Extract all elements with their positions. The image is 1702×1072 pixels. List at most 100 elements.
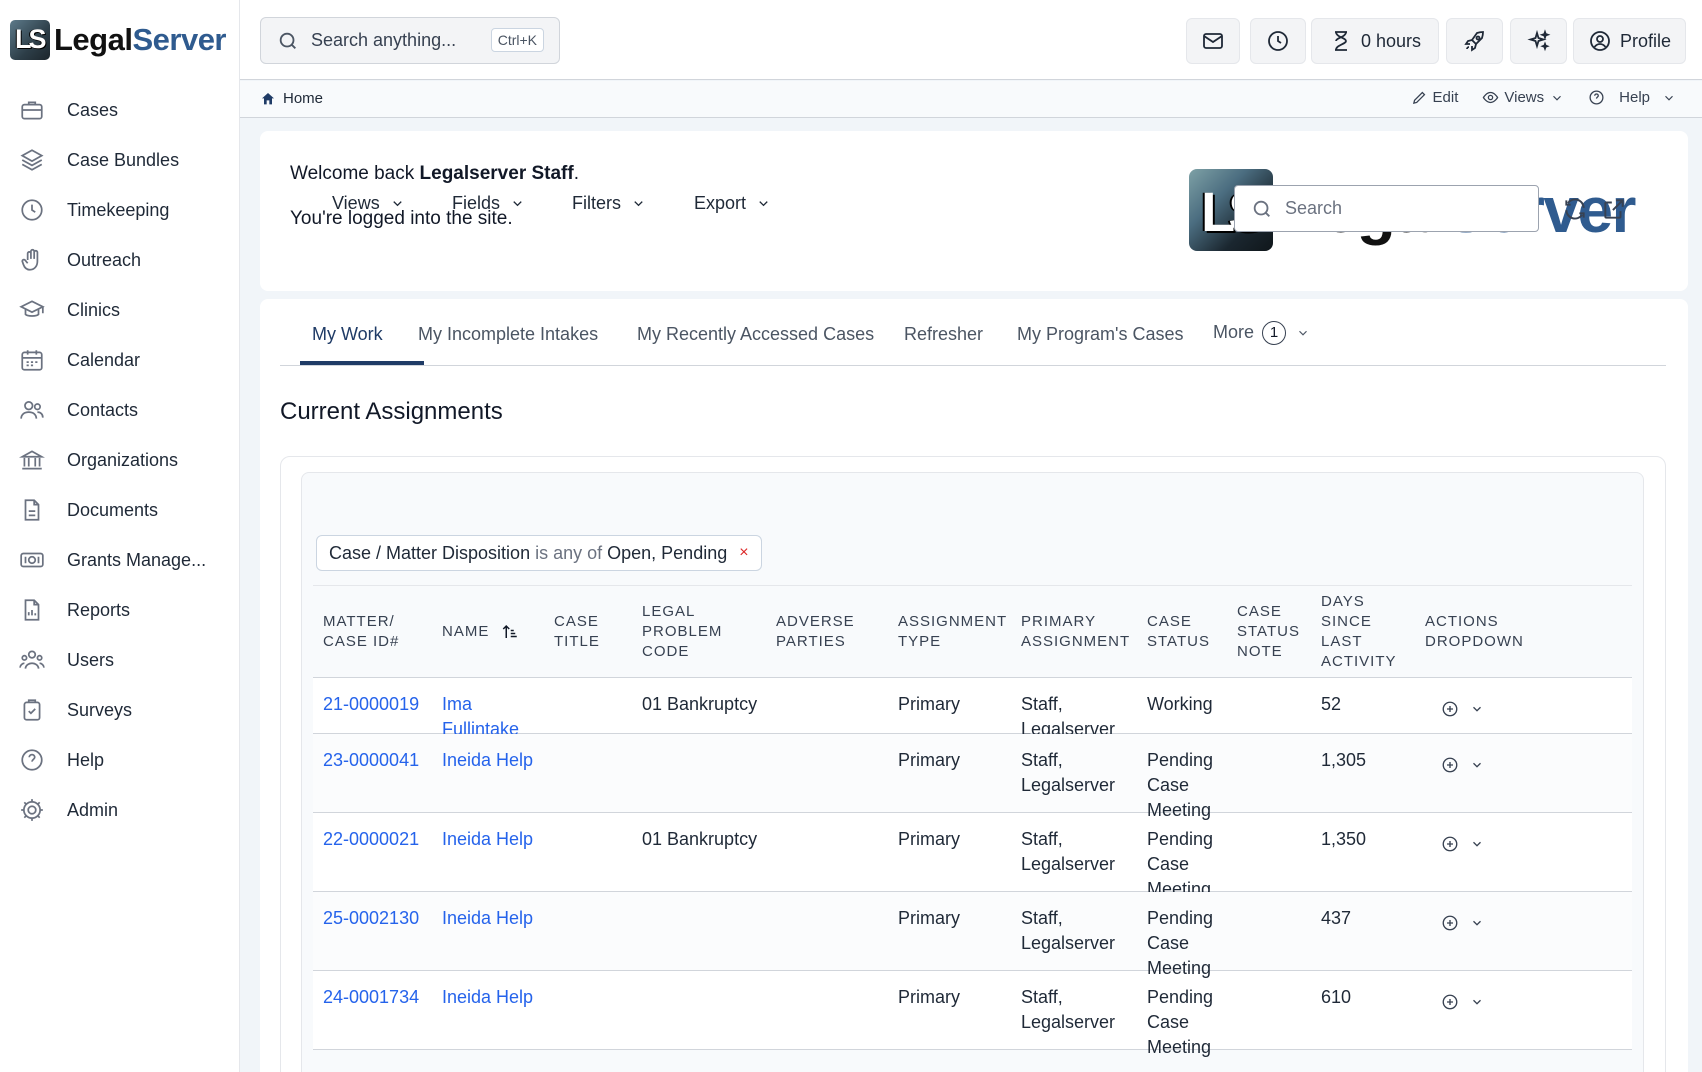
- global-search-input[interactable]: Search anything... Ctrl+K: [260, 17, 560, 64]
- sidebar-item-reports[interactable]: Reports: [0, 585, 240, 635]
- column-header[interactable]: LEGAL PROBLEM CODE: [642, 602, 722, 662]
- sidebar-item-help[interactable]: Help: [0, 735, 240, 785]
- chevron-down-icon: [634, 201, 643, 207]
- chevron-down-icon[interactable]: [1470, 702, 1484, 716]
- sidebar-item-cases[interactable]: Cases: [0, 85, 240, 135]
- user-name: Legalserver Staff: [419, 163, 574, 184]
- column-header[interactable]: ADVERSE PARTIES: [776, 612, 855, 652]
- column-header[interactable]: CASE STATUS: [1147, 612, 1210, 652]
- tab-my-work[interactable]: My Work: [312, 324, 383, 345]
- column-header[interactable]: CASE STATUS NOTE: [1237, 602, 1300, 662]
- column-header[interactable]: ACTIONS DROPDOWN: [1425, 612, 1524, 652]
- timer-hours-button[interactable]: 0 hours: [1311, 18, 1439, 64]
- table-row[interactable]: 23-0000041 Ineida Help Primary Staff, Legal…: [313, 734, 1632, 820]
- sort-ascending-icon[interactable]: [501, 623, 519, 641]
- case-id-link[interactable]: 23-0000041: [323, 748, 419, 773]
- question-circle-icon: [1589, 90, 1604, 105]
- column-header[interactable]: CASE TITLE: [554, 612, 600, 652]
- tab-my-programs-cases[interactable]: My Program's Cases: [1017, 324, 1183, 345]
- tab-my-incomplete-intakes[interactable]: My Incomplete Intakes: [418, 324, 598, 345]
- column-header[interactable]: PRIMARY ASSIGNMENT: [1021, 612, 1130, 652]
- add-circle-icon[interactable]: [1441, 756, 1459, 774]
- column-header[interactable]: NAME: [442, 622, 519, 642]
- table-header: MATTER/ CASE ID# NAME CASE TITLE LEGAL PROB…: [313, 586, 1632, 678]
- ls-logo-mark: LS: [10, 20, 50, 60]
- table-row[interactable]: 25-0002130 Ineida Help Primary Staff, Legal…: [313, 892, 1632, 978]
- sidebar-item-outreach[interactable]: Outreach: [0, 235, 240, 285]
- table-row[interactable]: 21-0000019 Ima Fullintake 01 Bankruptcy Pri…: [313, 678, 1632, 739]
- chevron-down-icon[interactable]: [1470, 758, 1484, 772]
- grid-search-input[interactable]: Search: [1234, 185, 1539, 232]
- ai-assist-button[interactable]: [1510, 18, 1567, 64]
- sidebar-item-organizations[interactable]: Organizations: [0, 435, 240, 485]
- grid-export-dropdown[interactable]: Export: [694, 193, 771, 214]
- cell-days: 52: [1321, 694, 1342, 714]
- edit-label: Edit: [1432, 89, 1459, 106]
- client-name-link[interactable]: Ineida Help: [442, 985, 533, 1010]
- sidebar-item-label: Contacts: [67, 399, 139, 420]
- tab-my-recently-accessed-cases[interactable]: My Recently Accessed Cases: [637, 324, 874, 345]
- tab-refresher[interactable]: Refresher: [904, 324, 983, 345]
- remove-filter-button[interactable]: ×: [739, 544, 748, 562]
- client-name-link[interactable]: Ineida Help: [442, 906, 533, 931]
- breadcrumb-home[interactable]: Home: [260, 90, 323, 107]
- messages-button[interactable]: [1186, 18, 1240, 64]
- client-name-link[interactable]: Ineida Help: [442, 748, 533, 773]
- tab-more[interactable]: More 1: [1213, 321, 1310, 345]
- edit-page-button[interactable]: Edit: [1411, 89, 1459, 106]
- views-menu-button[interactable]: Views: [1482, 89, 1564, 106]
- chevron-down-icon[interactable]: [1470, 916, 1484, 930]
- quick-launch-button[interactable]: [1446, 18, 1503, 64]
- sidebar-item-clinics[interactable]: Clinics: [0, 285, 240, 335]
- cell-days: 437: [1321, 908, 1352, 928]
- money-icon: [20, 552, 44, 568]
- breadcrumb-bar: Home Edit Views Help: [240, 81, 1702, 118]
- case-id-link[interactable]: 24-0001734: [323, 985, 419, 1010]
- case-id-link[interactable]: 25-0002130: [323, 906, 419, 931]
- sidebar-item-users[interactable]: Users: [0, 635, 240, 685]
- add-circle-icon[interactable]: [1441, 700, 1459, 718]
- sidebar-item-case-bundles[interactable]: Case Bundles: [0, 135, 240, 185]
- legalserver-logo[interactable]: LS LegalServer: [10, 18, 226, 62]
- tab-more-label: More: [1213, 321, 1255, 342]
- sidebar-item-grants-manage[interactable]: Grants Manage...: [0, 535, 240, 585]
- cell-days: 1,305: [1321, 750, 1367, 770]
- sidebar-item-label: Documents: [67, 499, 159, 520]
- table-row[interactable]: 24-0001734 Ineida Help Primary Staff, Legal…: [313, 971, 1632, 1057]
- case-id-link[interactable]: 21-0000019: [323, 692, 419, 717]
- sidebar-item-timekeeping[interactable]: Timekeeping: [0, 185, 240, 235]
- refresh-icon[interactable]: [1562, 196, 1588, 222]
- sidebar-item-label: Help: [67, 749, 105, 770]
- filter-operator: is any of: [535, 542, 603, 563]
- add-circle-icon[interactable]: [1441, 835, 1459, 853]
- grid-filters-dropdown[interactable]: Filters: [572, 193, 646, 214]
- grid-fields-dropdown[interactable]: Fields: [452, 193, 525, 214]
- sidebar-item-surveys[interactable]: Surveys: [0, 685, 240, 735]
- row-actions: [1441, 914, 1484, 932]
- search-shortcut-hint: Ctrl+K: [490, 28, 544, 52]
- sidebar-item-calendar[interactable]: Calendar: [0, 335, 240, 385]
- column-header[interactable]: MATTER/ CASE ID#: [323, 612, 399, 652]
- sidebar-item-label: Surveys: [67, 699, 133, 720]
- chevron-down-icon[interactable]: [1470, 837, 1484, 851]
- table-body: 21-0000019 Ima Fullintake 01 Bankruptcy Pri…: [313, 678, 1632, 1057]
- add-circle-icon[interactable]: [1441, 993, 1459, 1011]
- open-external-icon[interactable]: [1601, 196, 1627, 222]
- chevron-down-icon[interactable]: [1470, 995, 1484, 1009]
- grid-views-dropdown[interactable]: Views: [332, 193, 405, 214]
- sidebar-item-contacts[interactable]: Contacts: [0, 385, 240, 435]
- help-menu-button[interactable]: Help: [1588, 89, 1676, 106]
- case-id-link[interactable]: 22-0000021: [323, 827, 419, 852]
- client-name-link[interactable]: Ineida Help: [442, 827, 533, 852]
- cell-status: Working: [1147, 694, 1213, 714]
- more-count-badge: 1: [1262, 321, 1287, 345]
- profile-button[interactable]: Profile: [1573, 18, 1686, 64]
- table-row[interactable]: 22-0000021 Ineida Help 01 Bankruptcy Primar…: [313, 813, 1632, 899]
- sidebar-item-admin[interactable]: Admin: [0, 785, 240, 835]
- history-button[interactable]: [1250, 18, 1306, 64]
- cell-days: 1,350: [1321, 829, 1367, 849]
- column-header[interactable]: DAYS SINCE LAST ACTIVITY: [1321, 592, 1397, 672]
- sidebar-item-documents[interactable]: Documents: [0, 485, 240, 535]
- column-header[interactable]: ASSIGNMENT TYPE: [898, 612, 1007, 652]
- add-circle-icon[interactable]: [1441, 914, 1459, 932]
